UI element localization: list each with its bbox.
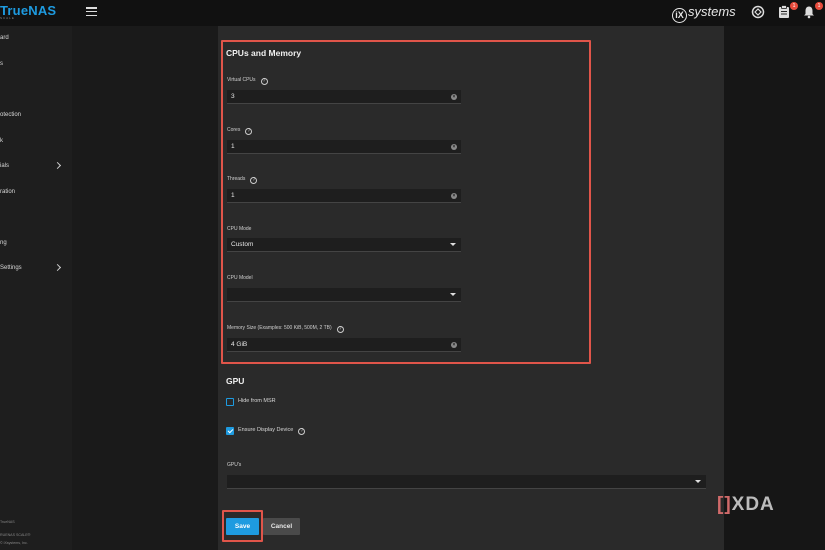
sidebar-item-dashboard[interactable]: ard bbox=[0, 29, 72, 47]
threads-input[interactable]: 1 × bbox=[227, 189, 461, 203]
sidebar-item-label: otection bbox=[0, 112, 22, 118]
sidebar-item-label: ration bbox=[0, 189, 16, 195]
sidebar: ard s otection k ials ration ng Settings… bbox=[0, 26, 72, 550]
sidebar-item-label: ials bbox=[0, 163, 10, 169]
cores-value: 1 bbox=[231, 143, 235, 150]
memory-input[interactable]: 4 GiB × bbox=[227, 338, 461, 352]
ixsystems-logo[interactable]: iX systems bbox=[672, 4, 736, 23]
threads-value: 1 bbox=[231, 192, 235, 199]
cores-label: Cores? bbox=[227, 127, 253, 135]
right-gutter bbox=[724, 26, 825, 550]
sidebar-item-reporting[interactable]: ng bbox=[0, 234, 72, 252]
chevron-right-icon bbox=[53, 161, 62, 170]
help-icon[interactable]: ? bbox=[260, 78, 268, 85]
gpu-title: GPU bbox=[226, 376, 245, 386]
sidebar-item-system-settings[interactable]: Settings bbox=[0, 259, 72, 277]
dropdown-caret-icon bbox=[450, 293, 456, 296]
bell-badge: 1 bbox=[815, 2, 823, 10]
clipboard-icon[interactable]: 1 bbox=[778, 2, 798, 21]
clear-icon[interactable]: × bbox=[451, 192, 457, 199]
cpu-model-label: CPU Model bbox=[227, 275, 253, 281]
xda-watermark: []XDA bbox=[717, 494, 775, 516]
cores-label-text: Cores bbox=[227, 127, 241, 133]
clear-icon[interactable]: × bbox=[451, 341, 457, 348]
help-icon[interactable]: ? bbox=[336, 326, 344, 333]
footer-line: © iXsystems, Inc. bbox=[0, 541, 28, 545]
ensure-display-label-text: Ensure Display Device bbox=[238, 427, 294, 433]
clipboard-badge: 1 bbox=[790, 2, 798, 10]
save-button[interactable]: Save bbox=[226, 518, 259, 535]
help-icon[interactable]: ? bbox=[250, 177, 258, 184]
footer-line: RUENAS SCALE® bbox=[0, 533, 31, 537]
sidebar-item-label: Settings bbox=[0, 265, 22, 271]
cancel-button[interactable]: Cancel bbox=[263, 518, 300, 535]
cpu-mode-label: CPU Mode bbox=[227, 226, 252, 232]
help-icon[interactable]: ? bbox=[245, 128, 253, 135]
sidebar-item-datasets[interactable] bbox=[0, 81, 72, 99]
top-bar: TrueNAS SCALE iX systems 1 1 bbox=[0, 0, 825, 26]
sidebar-item-storage[interactable]: s bbox=[0, 55, 72, 73]
sidebar-item-credentials[interactable]: ials bbox=[0, 157, 72, 175]
sidebar-item-apps[interactable] bbox=[0, 209, 72, 227]
sidebar-item-virtualization[interactable]: ration bbox=[0, 183, 72, 201]
vcpus-input[interactable]: 3 × bbox=[227, 90, 461, 104]
ensure-display-label: Ensure Display Device? bbox=[238, 427, 306, 435]
sidebar-item-label: ard bbox=[0, 35, 9, 41]
footer-line: TrueNAS bbox=[0, 520, 15, 524]
help-icon[interactable]: ? bbox=[298, 428, 306, 435]
memory-label-text: Memory Size (Examples: 500 KiB, 500M, 2 … bbox=[227, 325, 332, 331]
clear-icon[interactable]: × bbox=[451, 143, 457, 150]
ix-mark: iX bbox=[672, 8, 687, 23]
clear-icon[interactable]: × bbox=[451, 93, 457, 100]
vcpus-value: 3 bbox=[231, 93, 235, 100]
ensure-display-checkbox[interactable] bbox=[226, 427, 234, 435]
gpus-select[interactable] bbox=[227, 475, 706, 489]
sidebar-item-network[interactable]: k bbox=[0, 132, 72, 150]
xda-bracket: [] bbox=[717, 494, 732, 515]
bell-icon[interactable]: 1 bbox=[803, 2, 823, 21]
cpu-memory-title: CPUs and Memory bbox=[226, 48, 302, 58]
gpus-label: GPU's bbox=[227, 462, 242, 468]
sidebar-item-data-protection[interactable]: otection bbox=[0, 106, 72, 124]
memory-value: 4 GiB bbox=[231, 341, 248, 348]
threads-label: Threads? bbox=[227, 176, 258, 184]
sidebar-item-label: ng bbox=[0, 240, 7, 246]
dropdown-caret-icon bbox=[695, 480, 701, 483]
hide-from-msr-checkbox[interactable] bbox=[226, 398, 234, 406]
truecommand-icon[interactable] bbox=[751, 5, 767, 21]
brand-text: systems bbox=[688, 4, 736, 19]
sidebar-item-label: k bbox=[0, 138, 3, 144]
threads-label-text: Threads bbox=[227, 176, 246, 182]
cpu-mode-select[interactable]: Custom bbox=[227, 238, 461, 252]
cpu-mode-value: Custom bbox=[231, 241, 254, 248]
cpu-model-select[interactable] bbox=[227, 288, 461, 302]
xda-text: XDA bbox=[731, 494, 775, 515]
vcpus-label: Virtual CPUs? bbox=[227, 77, 268, 85]
sidebar-item-label: s bbox=[0, 61, 3, 67]
truenas-logo-sub: SCALE bbox=[0, 16, 15, 20]
dropdown-caret-icon bbox=[450, 243, 456, 246]
hide-from-msr-label: Hide from MSR bbox=[238, 398, 276, 404]
memory-label: Memory Size (Examples: 500 KiB, 500M, 2 … bbox=[227, 325, 344, 333]
chevron-right-icon bbox=[53, 263, 62, 272]
vcpus-label-text: Virtual CPUs bbox=[227, 77, 256, 83]
menu-icon[interactable] bbox=[86, 7, 97, 17]
cores-input[interactable]: 1 × bbox=[227, 140, 461, 154]
